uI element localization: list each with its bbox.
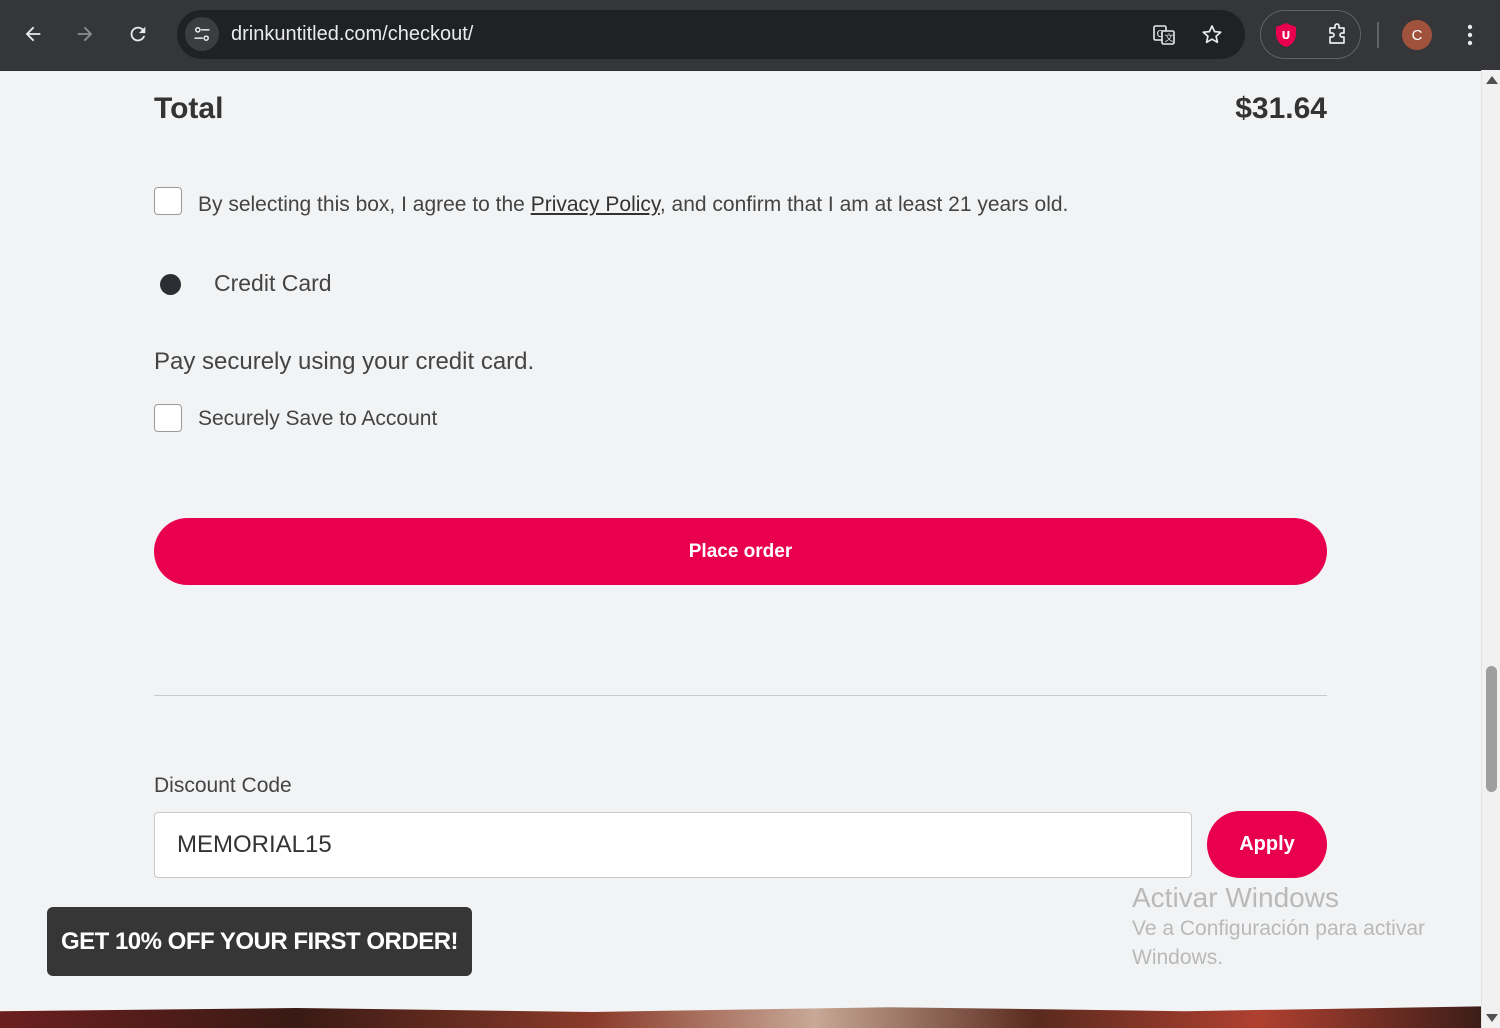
browser-toolbar: drinkuntitled.com/checkout/ G 文 U C bbox=[0, 0, 1500, 71]
toolbar-divider bbox=[1377, 22, 1379, 48]
discount-code-label: Discount Code bbox=[154, 774, 292, 797]
order-total-value: $31.64 bbox=[1235, 92, 1327, 125]
scroll-thumb[interactable] bbox=[1486, 666, 1497, 792]
watermark-title: Activar Windows bbox=[1132, 882, 1339, 913]
discount-code-input[interactable]: MEMORIAL15 bbox=[154, 812, 1192, 878]
save-card-checkbox[interactable] bbox=[154, 404, 182, 432]
credit-card-radio[interactable] bbox=[160, 274, 181, 295]
agree-text-before: By selecting this box, I agree to the bbox=[198, 193, 531, 216]
credit-card-label[interactable]: Credit Card bbox=[214, 270, 332, 297]
scroll-up-arrow-icon[interactable] bbox=[1486, 76, 1498, 84]
svg-text:U: U bbox=[1282, 29, 1291, 42]
agree-text-after: , and confirm that I am at least 21 year… bbox=[659, 193, 1069, 216]
kebab-menu-icon[interactable] bbox=[1456, 18, 1484, 52]
scroll-down-arrow-icon[interactable] bbox=[1486, 1014, 1498, 1022]
profile-avatar[interactable]: C bbox=[1402, 20, 1432, 50]
order-total-label: Total bbox=[154, 92, 224, 125]
apply-discount-button[interactable]: Apply bbox=[1207, 811, 1327, 878]
arrow-right-icon bbox=[77, 26, 93, 42]
footer-image-strip bbox=[0, 1004, 1481, 1028]
arrow-left-icon bbox=[25, 26, 41, 42]
payment-description: Pay securely using your credit card. bbox=[154, 348, 535, 375]
back-button[interactable] bbox=[13, 14, 53, 54]
age-privacy-label: By selecting this box, I agree to the Pr… bbox=[198, 193, 1068, 217]
save-card-label[interactable]: Securely Save to Account bbox=[198, 407, 437, 431]
privacy-policy-link[interactable]: Privacy Policy bbox=[531, 193, 660, 216]
reload-icon bbox=[130, 26, 146, 42]
svg-text:文: 文 bbox=[1165, 32, 1174, 44]
age-privacy-checkbox[interactable] bbox=[154, 187, 182, 215]
address-bar[interactable]: drinkuntitled.com/checkout/ G 文 bbox=[177, 10, 1245, 59]
site-settings-icon[interactable] bbox=[185, 17, 219, 51]
place-order-button[interactable]: Place order bbox=[154, 518, 1327, 585]
shield-extension-icon[interactable]: U bbox=[1271, 20, 1301, 50]
bookmark-star-icon[interactable] bbox=[1197, 20, 1227, 50]
translate-icon[interactable]: G 文 bbox=[1149, 20, 1179, 50]
watermark-subtitle: Ve a Configuración para activar Windows. bbox=[1132, 917, 1426, 969]
windows-activation-watermark: Activar Windows Ve a Configuración para … bbox=[1132, 882, 1452, 972]
url-text[interactable]: drinkuntitled.com/checkout/ bbox=[231, 23, 473, 46]
section-divider bbox=[154, 695, 1327, 696]
forward-button[interactable] bbox=[65, 14, 105, 54]
first-order-promo-button[interactable]: GET 10% OFF YOUR FIRST ORDER! bbox=[47, 907, 472, 976]
puzzle-extensions-icon[interactable] bbox=[1323, 20, 1353, 50]
page-scrollbar[interactable] bbox=[1481, 70, 1500, 1028]
extensions-group: U bbox=[1260, 10, 1361, 59]
reload-button[interactable] bbox=[118, 14, 158, 54]
